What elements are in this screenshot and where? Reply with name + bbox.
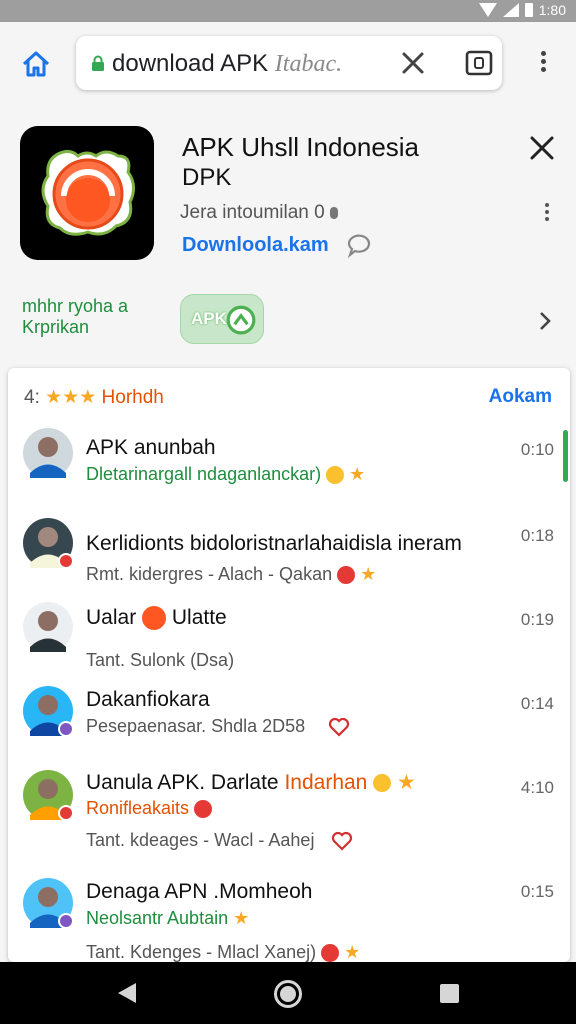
comment-time: 0:18 — [520, 526, 554, 545]
promo-line-2: Krprikan — [22, 317, 90, 337]
list-item[interactable]: APK anunbah Dletarinargall ndaganlanckar… — [8, 428, 570, 508]
avatar — [23, 770, 74, 821]
smiley-icon — [326, 466, 345, 485]
close-icon[interactable] — [528, 134, 556, 162]
comment-author: APK anunbah — [86, 436, 216, 459]
download-link[interactable]: Downloola.kam — [182, 234, 329, 257]
more-vert-icon[interactable] — [540, 200, 554, 224]
back-icon[interactable] — [118, 983, 136, 1003]
comment-text: Dletarinargall ndaganlanckar) ★ — [86, 464, 366, 485]
promo-badge-label: APK — [191, 309, 227, 328]
list-item[interactable]: Uanula APK. Darlate Indarhan ★ Ronifleak… — [8, 770, 570, 862]
list-item[interactable]: Ualar Ulatte Tant. Sulonk (Dsa) 0:19 — [8, 602, 570, 682]
chevron-right-icon[interactable] — [536, 310, 554, 332]
comments-action-link[interactable]: Aokam — [489, 386, 552, 408]
comment-meta: Tant. Sulonk (Dsa) — [86, 650, 235, 670]
smiley-icon — [321, 944, 340, 962]
comment-time: 0:19 — [520, 610, 554, 629]
comments-count: 4: — [24, 387, 40, 408]
address-bar[interactable]: download APK Itabac. — [76, 36, 502, 90]
rating-stars: ★★★ — [45, 387, 97, 408]
comment-time: 4:10 — [520, 778, 554, 797]
smiley-icon — [373, 774, 392, 793]
list-item[interactable]: Kerlidionts bidoloristnarlahaidisla iner… — [8, 518, 570, 598]
comment-author: Kerlidionts bidoloristnarlahaidisla iner… — [86, 532, 462, 555]
battery-icon — [524, 3, 533, 17]
info-icon — [329, 206, 338, 219]
promo-line-1: mhhr ryoha a — [22, 296, 129, 316]
promo-badge[interactable]: APK — [180, 294, 264, 344]
avatar — [23, 686, 74, 737]
star-icon: ★ — [360, 564, 377, 584]
comment-author: Denaga APN .Momheoh — [86, 880, 313, 903]
url-text[interactable]: download APK Itabac. — [112, 50, 342, 78]
avatar — [23, 428, 73, 478]
lock-icon — [92, 55, 104, 71]
developer-text: Jera intoumilan 0 — [180, 202, 325, 223]
comment-text: Neolsantr Aubtain ★ — [86, 908, 250, 928]
star-icon: ★ — [344, 942, 361, 962]
tabs-icon[interactable] — [464, 48, 494, 78]
avatar — [23, 602, 73, 652]
chat-bubble-icon[interactable] — [345, 234, 373, 258]
fire-icon — [142, 606, 167, 631]
app-logo[interactable] — [20, 126, 154, 260]
developer-line: Jera intoumilan 0 — [180, 202, 338, 224]
star-icon: ★ — [349, 464, 366, 484]
browser-toolbar: download APK Itabac. — [0, 22, 576, 104]
status-icons: 1:80 — [478, 2, 566, 18]
smiley-icon — [194, 800, 213, 819]
status-bar: 1:80 — [0, 0, 576, 22]
comment-author: Uanula APK. Darlate Indarhan ★ — [86, 771, 416, 794]
more-vert-icon[interactable] — [530, 48, 556, 80]
comments-header: 4: ★★★ Horhdh — [24, 386, 164, 409]
system-nav-bar — [0, 962, 576, 1024]
app-subtitle: DPK — [182, 164, 232, 191]
avatar — [23, 518, 74, 569]
heart-icon[interactable] — [331, 831, 353, 851]
smiley-icon — [337, 566, 356, 585]
comment-meta: Pesepaenasar. Shdla 2D58 — [86, 716, 350, 737]
promo-text[interactable]: mhhr ryoha a Krprikan — [22, 296, 128, 338]
list-item[interactable]: Denaga APN .Momheoh Neolsantr Aubtain ★ … — [8, 878, 570, 962]
close-icon[interactable] — [398, 48, 428, 78]
app-header-card: APK Uhsll Indonesia DPK Jera intoumilan … — [0, 104, 576, 366]
list-item[interactable]: Dakanfiokara Pesepaenasar. Shdla 2D58 0:… — [8, 686, 570, 766]
star-icon: ★ — [397, 771, 416, 794]
url-hint: Itabac. — [274, 51, 343, 77]
comments-header-label: Horhdh — [101, 387, 164, 408]
recent-apps-icon[interactable] — [440, 984, 459, 1003]
comment-meta: Tant. kdeages - Wacl - Aahej — [86, 830, 353, 851]
home-circle-icon[interactable] — [274, 980, 302, 1008]
wifi-icon — [478, 3, 497, 17]
comment-author: Ualar Ulatte — [86, 606, 227, 631]
comment-time: 0:15 — [520, 882, 554, 901]
home-icon[interactable] — [20, 48, 52, 80]
star-icon: ★ — [233, 908, 250, 928]
comments-panel: 4: ★★★ Horhdh Aokam APK anunbah Dletarin… — [8, 368, 570, 962]
signal-icon — [502, 3, 519, 17]
comment-time: 0:10 — [520, 440, 554, 459]
avatar — [23, 878, 74, 929]
comment-meta: Tant. Kdenges - Mlacl Xanej) ★ — [86, 942, 361, 962]
url-query: download APK — [112, 50, 269, 77]
status-time: 1:80 — [538, 2, 566, 18]
app-title: APK Uhsll Indonesia — [182, 132, 420, 162]
leaf-icon — [226, 305, 256, 335]
comment-meta: Rmt. kidergres - Alach - Qakan ★ — [86, 564, 377, 585]
comment-time: 0:14 — [520, 694, 554, 713]
comment-text: Ronifleakaits — [86, 798, 213, 819]
comment-author: Dakanfiokara — [86, 688, 210, 711]
heart-icon[interactable] — [328, 717, 350, 737]
